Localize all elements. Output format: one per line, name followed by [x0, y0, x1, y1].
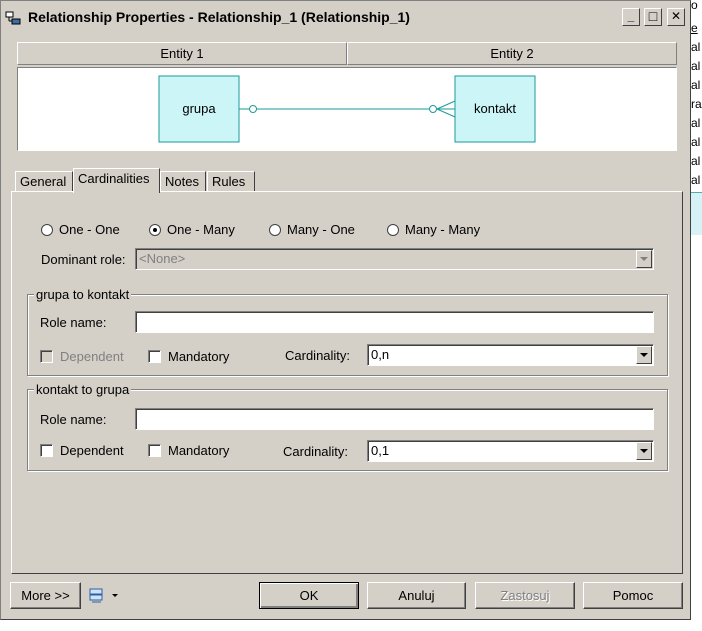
diagram-canvas: grupa kontakt — [158, 75, 536, 143]
more-button[interactable]: More >> — [10, 582, 81, 609]
tab-notes[interactable]: Notes — [160, 171, 206, 192]
entity2-label: kontakt — [474, 101, 516, 116]
tab-general[interactable]: General — [15, 171, 73, 192]
minimize-button[interactable]: _ — [622, 8, 640, 26]
radio-many-many[interactable]: Many - Many — [387, 222, 480, 237]
group1-title: grupa to kontakt — [34, 287, 132, 302]
bg-text: o — [691, 0, 698, 12]
group1-dependent-checkbox: Dependent — [40, 349, 124, 364]
group2-cardinality-value: 0,1 — [371, 443, 390, 458]
entity1-label: grupa — [182, 101, 216, 116]
checkbox-label: Dependent — [60, 443, 124, 458]
close-button[interactable]: ✕ — [667, 8, 685, 26]
window-icon — [5, 11, 21, 25]
ok-button[interactable]: OK — [259, 582, 359, 609]
checkbox-label: Mandatory — [168, 349, 230, 364]
group2-role-input[interactable] — [135, 408, 654, 430]
cancel-button[interactable]: Anuluj — [367, 582, 466, 609]
radio-indicator-selected — [149, 223, 161, 236]
group1-mandatory-checkbox[interactable]: Mandatory — [148, 349, 229, 364]
group2-dependent-checkbox[interactable]: Dependent — [40, 443, 124, 458]
entity1-header: Entity 1 — [17, 42, 347, 65]
tab-cardinalities[interactable]: Cardinalities — [73, 168, 160, 193]
checkbox-box — [148, 350, 161, 363]
bg-text: al — [691, 59, 701, 73]
bg-text: e — [691, 21, 698, 35]
group1-role-input[interactable] — [135, 311, 654, 333]
property-sheet-icon — [89, 588, 118, 603]
checkbox-box — [40, 444, 53, 457]
optional-marker-left — [249, 105, 257, 113]
help-button[interactable]: Pomoc — [583, 582, 683, 609]
group2-mandatory-checkbox[interactable]: Mandatory — [148, 443, 229, 458]
radio-one-many[interactable]: One - Many — [149, 222, 235, 237]
entity2-header: Entity 2 — [347, 42, 677, 65]
group2-cardinality-label: Cardinality: — [283, 444, 349, 459]
radio-indicator — [41, 223, 53, 236]
bg-text: al — [691, 154, 701, 168]
crowfoot-lower — [436, 108, 456, 118]
group2-title: kontakt to grupa — [34, 382, 132, 397]
checkbox-label: Mandatory — [168, 443, 230, 458]
dominant-role-label: Dominant role: — [41, 252, 126, 267]
radio-indicator — [387, 223, 399, 236]
radio-indicator — [269, 223, 281, 236]
property-sheet-menu-button[interactable] — [88, 587, 124, 605]
checkbox-label: Dependent — [60, 349, 124, 364]
bg-text: ra — [691, 97, 702, 111]
crowfoot-upper — [436, 100, 456, 110]
bg-text: al — [691, 135, 701, 149]
dominant-role-select: <None> — [135, 248, 654, 270]
group1-role-label: Role name: — [40, 315, 107, 330]
radio-label: Many - Many — [405, 222, 481, 237]
group1-cardinality-label: Cardinality: — [285, 348, 351, 363]
radio-many-one[interactable]: Many - One — [269, 222, 355, 237]
radio-one-one[interactable]: One - One — [41, 222, 120, 237]
bg-text: al — [691, 116, 701, 130]
group2-role-label: Role name: — [40, 412, 107, 427]
window-title: Relationship Properties - Relationship_1… — [28, 9, 410, 25]
chevron-down-icon — [636, 250, 652, 268]
bg-text: al — [691, 173, 701, 187]
checkbox-box — [148, 444, 161, 457]
checkbox-box — [40, 350, 53, 363]
chevron-down-icon[interactable] — [636, 442, 652, 460]
background-app: o e al al al ra al al al al — [691, 0, 702, 631]
properties-dialog: Relationship Properties - Relationship_1… — [0, 0, 691, 620]
bg-text: al — [691, 40, 701, 54]
group1-cardinality-value: 0,n — [371, 347, 390, 362]
bg-text: al — [691, 78, 701, 92]
radio-label: One - Many — [167, 222, 235, 237]
maximize-button[interactable]: □ — [644, 8, 662, 26]
relationship-diagram: grupa kontakt — [17, 67, 677, 151]
bg-panel — [691, 192, 702, 235]
radio-label: Many - One — [287, 222, 355, 237]
chevron-down-icon[interactable] — [636, 346, 652, 364]
optional-marker-right — [429, 105, 437, 113]
apply-button: Zastosuj — [475, 582, 575, 609]
radio-label: One - One — [59, 222, 120, 237]
group2-cardinality-select[interactable]: 0,1 — [367, 440, 654, 462]
group1-cardinality-select[interactable]: 0,n — [367, 344, 654, 366]
title-bar[interactable]: Relationship Properties - Relationship_1… — [2, 4, 689, 31]
dominant-role-value: <None> — [139, 251, 186, 266]
tab-rules[interactable]: Rules — [207, 171, 255, 192]
